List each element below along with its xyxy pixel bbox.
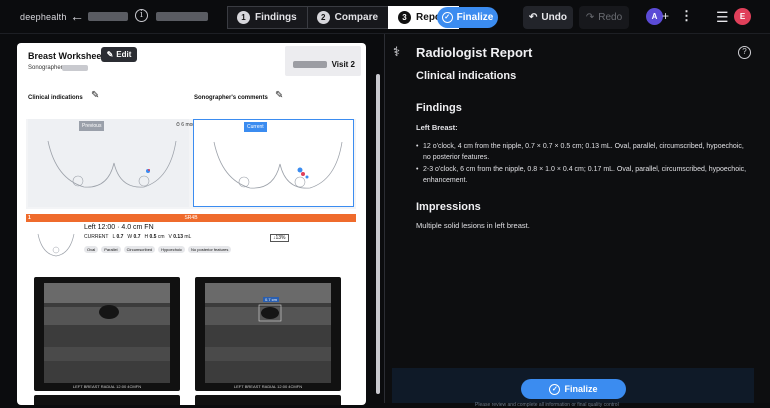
left-breast-label: Left Breast: [416,123,458,132]
visit-date-redacted [293,61,327,68]
lesion-number: 1 [28,215,31,221]
finalize-report-button[interactable]: ✓ Finalize [521,379,626,399]
edit-clinical-icon[interactable]: ✎ [91,90,99,101]
undo-button[interactable]: ↶ Undo [523,6,573,29]
lesion-category: SR4B [184,215,198,221]
findings-heading: Findings [416,102,462,114]
app-logo: deephealth [20,12,67,22]
chip: Parallel [101,246,121,253]
visit-badge: Visit 2 [285,46,361,76]
redo-label: Redo [598,12,623,23]
current-diagram[interactable]: Current [193,119,354,207]
step-compare[interactable]: 2 Compare [306,6,390,29]
chip: Oval [84,246,99,253]
step-number: 2 [316,11,330,24]
redo-button[interactable]: ↷ Redo [579,6,629,29]
add-user-icon[interactable]: + [662,9,669,23]
step-findings[interactable]: 1 Findings [227,6,308,29]
worksheet-pane: Breast Worksheet ✎ Edit Sonographer: Vis… [0,34,383,405]
previous-tag: Previous [79,121,105,131]
stethoscope-icon: ⚕ [393,44,401,59]
more-options-icon[interactable]: ⋮ [680,8,693,24]
sonographer-label: Sonographer: [28,65,65,71]
finding-item-1[interactable]: • 12 o'clock, 4 cm from the nipple, 0.7 ×… [416,141,753,163]
breast-outline-icon [213,141,343,189]
worksheet-title: Breast Worksheet [28,51,105,61]
impressions-heading: Impressions [416,201,481,213]
descriptor-chips: Oval Parallel Circumscribed Hypoechoic N… [84,246,232,253]
chip: Circumscribed [123,246,156,253]
lesion-category-bar: 1 SR4B [26,214,356,222]
avatar-a[interactable]: A [646,8,663,25]
step-label: Compare [334,12,379,23]
breast-outline-icon [47,140,177,188]
clock-icon: ⏱ [176,122,180,128]
check-circle-icon: ✓ [549,383,561,395]
finalize-report-label: Finalize [564,384,598,394]
ultrasound-image-3[interactable] [34,395,180,405]
volume-change-badge: ↓13% [270,234,289,242]
finding-item-2[interactable]: • 2-3 o'clock, 6 cm from the nipple, 0.8 … [416,164,753,186]
ultrasound-image-4[interactable] [195,395,341,405]
edit-button[interactable]: ✎ Edit [101,47,137,62]
chip: No posterior features [188,246,232,253]
lesion-title: Left 12:00 · 4.0 cm FN [84,224,154,231]
undo-icon: ↶ [529,12,538,23]
top-bar: deephealth ← i 1 Findings 2 Compare 3 Re… [0,0,770,34]
workflow-steps: 1 Findings 2 Compare 3 Report [227,6,460,29]
check-circle-icon: ✓ [441,12,453,23]
step-number: 1 [237,11,250,24]
redo-icon: ↷ [585,12,595,23]
sonographer-comments-label: Sonographer's comments [194,95,268,101]
patient-name-redacted [88,12,128,21]
info-icon[interactable]: i [135,9,148,22]
breast-worksheet: Breast Worksheet ✎ Edit Sonographer: Vis… [17,43,366,405]
avatar-e[interactable]: E [734,8,751,25]
menu-icon[interactable]: ☰ [716,9,729,26]
patient-id-redacted [156,12,208,21]
lesion-thumbnail-icon [37,233,75,257]
finalize-label: Finalize [456,12,494,23]
help-icon[interactable]: ? [738,46,751,59]
clinical-indications-label: Clinical indications [28,95,83,101]
back-arrow-icon[interactable]: ← [70,8,84,24]
report-pane: ⚕ Radiologist Report ? Clinical indicati… [385,34,770,408]
finalize-button[interactable]: ✓ Finalize [437,7,498,28]
step-number: 3 [398,11,412,24]
ultrasound-image-2[interactable]: 0.7 cm LEFT BREAST RADIAL 12:00 4CMFN [195,277,341,391]
step-label: Findings [255,12,297,23]
comparison-diagrams: Previous ⏱ 6 month Current [26,119,356,209]
ultrasound-image-1[interactable]: LEFT BREAST RADIAL 12:00 4CMFN [34,277,180,391]
report-title: Radiologist Report [416,45,533,60]
current-tag: Current [244,122,267,132]
clinical-indications-heading: Clinical indications [416,70,517,82]
lesion-measurements: CURRENT L 0.7 W 0.7 H 0.5 cm V 0.13 mL [84,234,192,240]
lesion-card[interactable]: Left 12:00 · 4.0 cm FN CURRENT L 0.7 W 0… [26,224,356,268]
edit-comments-icon[interactable]: ✎ [275,90,283,101]
impression-text[interactable]: Multiple solid lesions in left breast. [416,221,530,230]
edit-label: Edit [116,50,132,59]
measurement-tag: 0.7 cm [263,297,280,302]
previous-diagram[interactable]: Previous [28,119,189,207]
ultrasound-scan [205,283,331,383]
chip: Hypoechoic [158,246,186,253]
visit-label: Visit 2 [331,60,355,69]
scrollbar[interactable] [376,74,380,394]
ultrasound-caption: LEFT BREAST RADIAL 12:00 4CMFN [72,384,142,389]
sonographer-redacted [62,65,88,71]
ultrasound-scan [44,283,170,383]
ultrasound-caption: LEFT BREAST RADIAL 12:00 4CMFN [233,384,303,389]
undo-label: Undo [541,12,567,23]
edit-icon: ✎ [106,50,114,59]
